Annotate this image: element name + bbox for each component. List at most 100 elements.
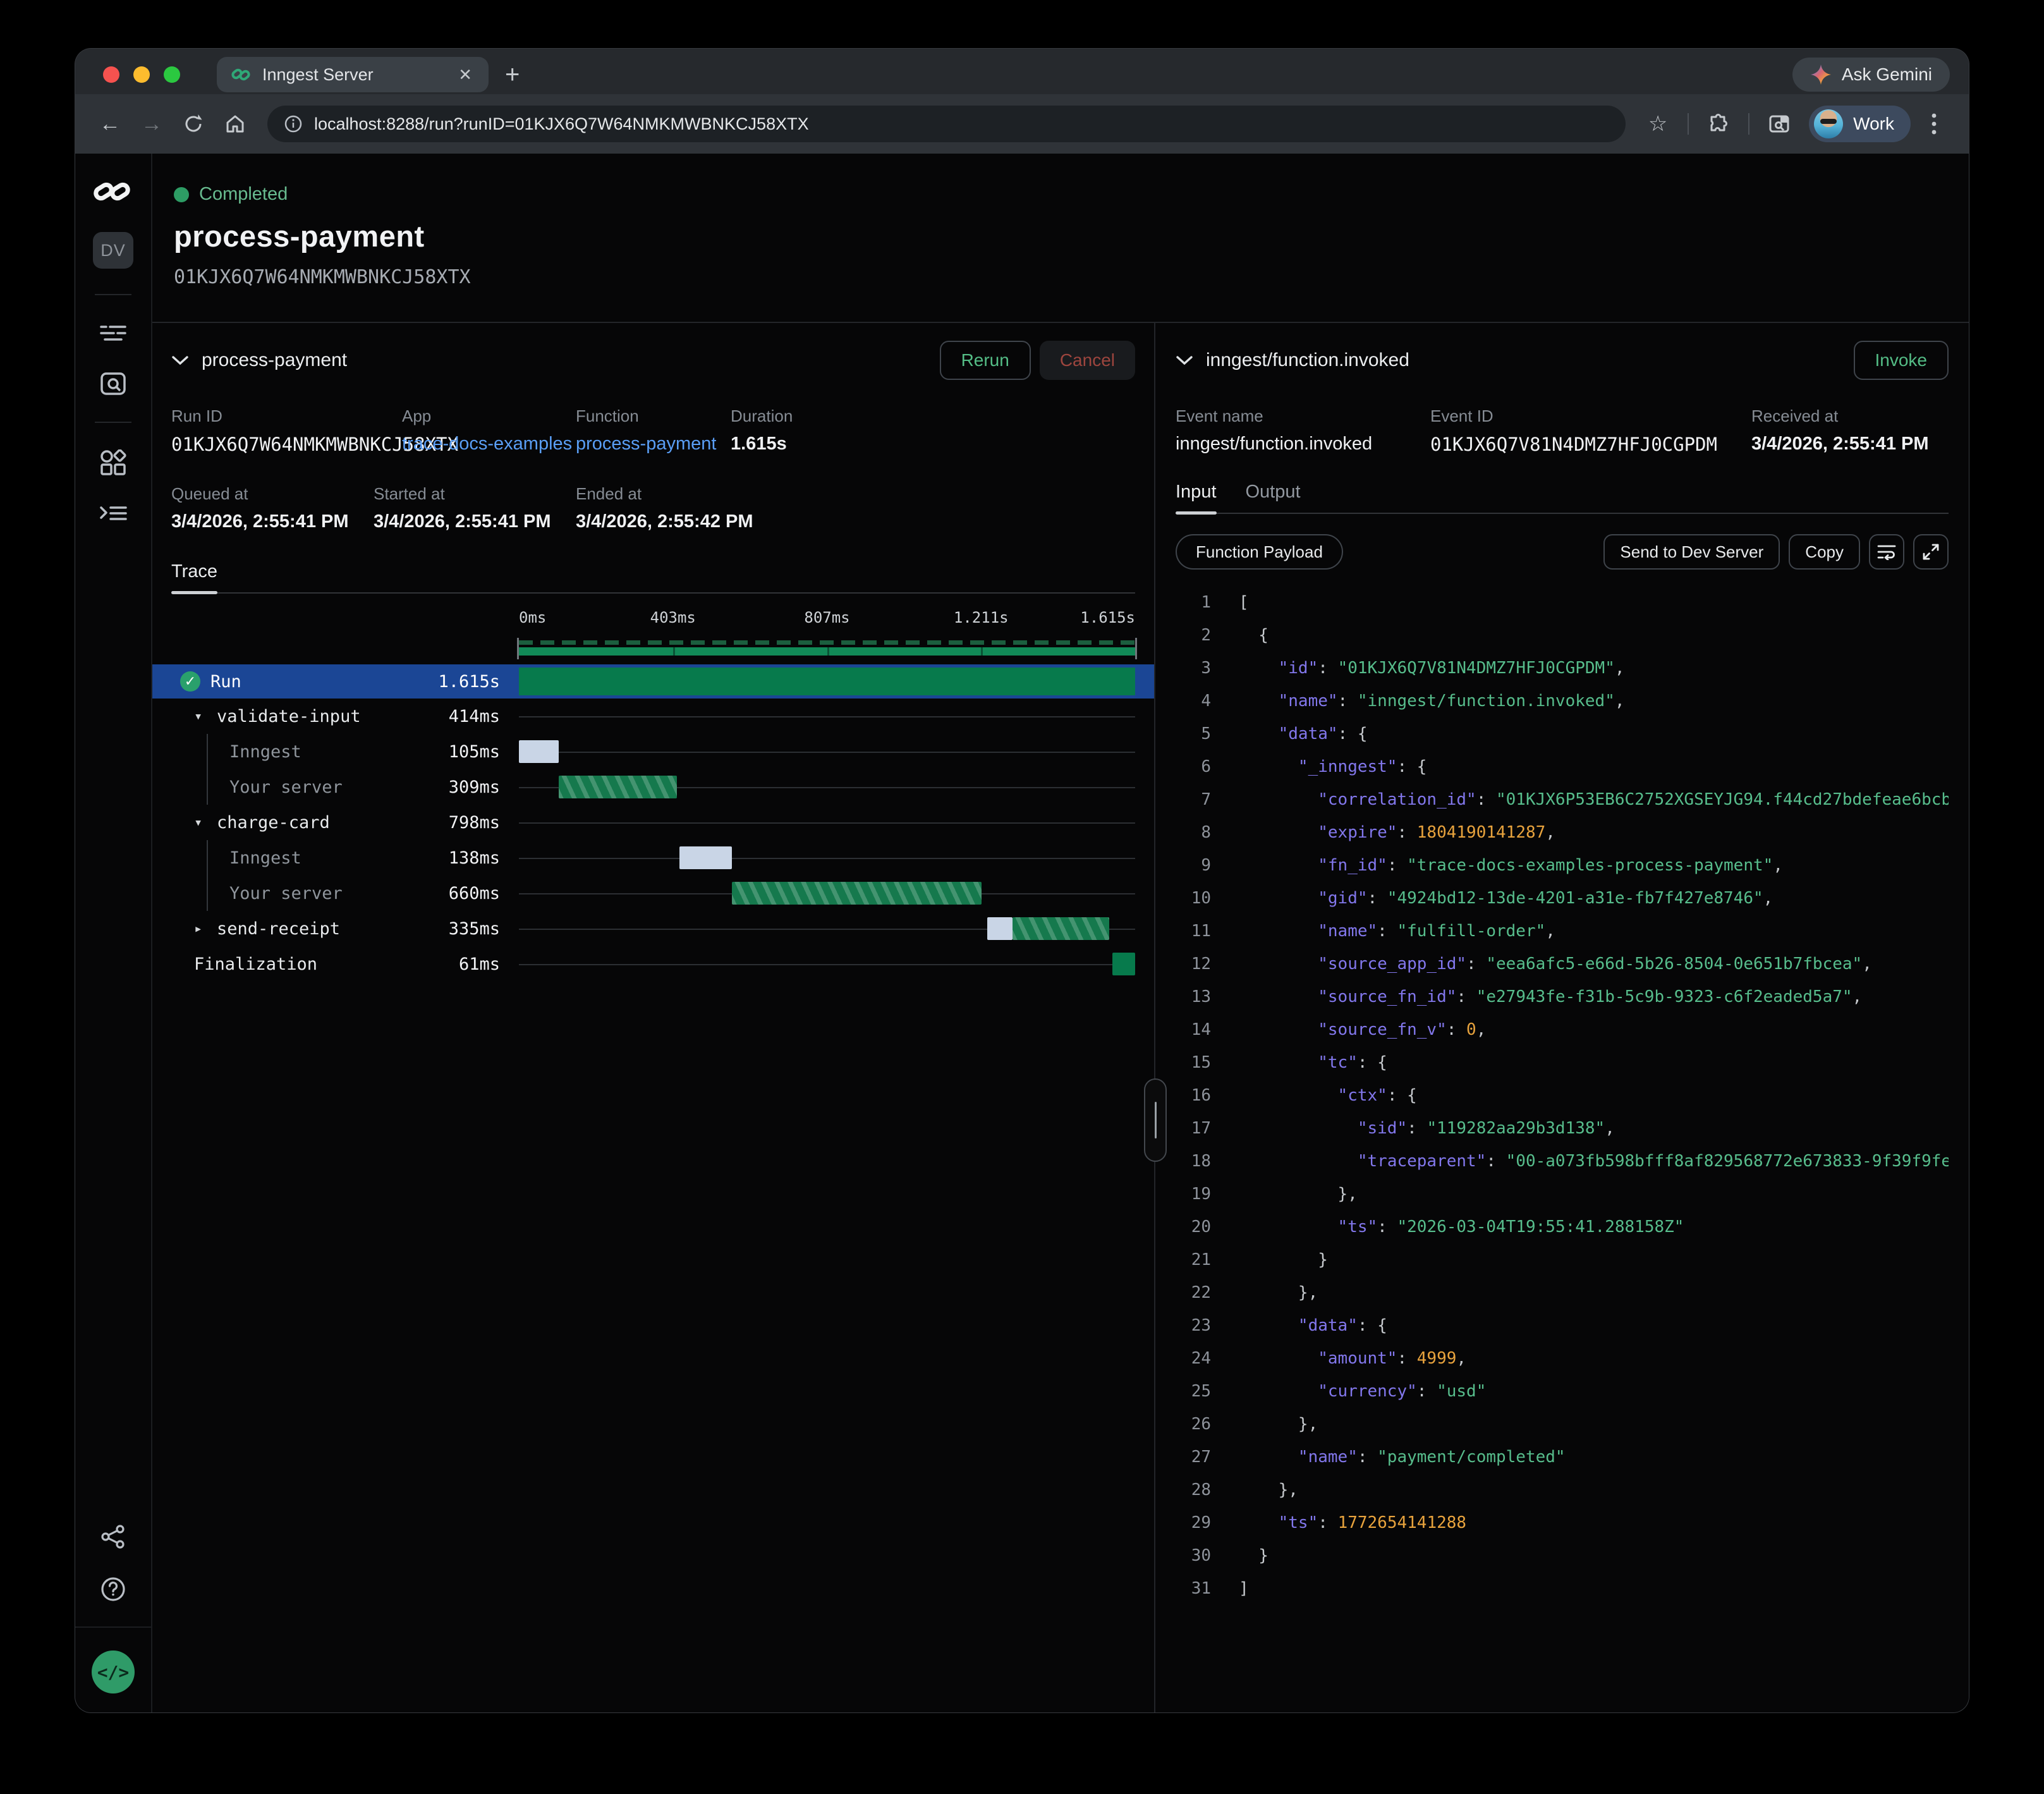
toolbar-divider	[1688, 113, 1689, 135]
trace-row-label: Inngest138ms	[171, 840, 519, 876]
line-number: 3	[1176, 659, 1211, 678]
trace-waterfall: 0ms 403ms 807ms 1.211s 1.615s	[171, 600, 1135, 982]
tab-trace[interactable]: Trace	[171, 561, 217, 592]
word-wrap-button[interactable]	[1869, 534, 1904, 570]
line-number: 9	[1176, 856, 1211, 875]
code-line: 18 "traceparent": "00-a073fb598bfff8af82…	[1176, 1145, 1949, 1178]
chevron-down-icon[interactable]	[171, 355, 189, 366]
trace-row-duration: 309ms	[449, 778, 519, 797]
browser-profile-chip[interactable]: Work	[1809, 106, 1911, 142]
trace-minimap[interactable]	[171, 637, 1135, 664]
collapse-triangle-icon[interactable]: ▾	[194, 709, 217, 724]
line-number: 29	[1176, 1513, 1211, 1532]
workspace-badge[interactable]: DV	[93, 232, 133, 269]
sidebar-footer: </>	[75, 1626, 151, 1712]
extensions-icon[interactable]	[1700, 106, 1737, 142]
code-line: 29 "ts": 1772654141288	[1176, 1506, 1949, 1539]
browser-menu-icon[interactable]	[1916, 106, 1952, 142]
trace-row-timeline	[519, 805, 1135, 840]
trace-row[interactable]: ✓Run1.615s	[152, 664, 1154, 699]
status-badge: Completed	[199, 184, 288, 205]
tab-input[interactable]: Input	[1176, 482, 1217, 513]
copy-button[interactable]: Copy	[1789, 534, 1860, 570]
sidebar-item-apps[interactable]	[100, 449, 126, 476]
app-link[interactable]: trace-docs-examples	[402, 434, 576, 455]
minimize-window-button[interactable]	[133, 66, 150, 83]
tab-close-icon[interactable]: ✕	[456, 65, 475, 85]
code-line: 1[	[1176, 586, 1949, 619]
function-link[interactable]: process-payment	[576, 434, 731, 455]
trace-row[interactable]: ▾charge-card798ms	[171, 805, 1135, 840]
chevron-down-icon[interactable]	[1176, 355, 1193, 366]
inngest-logo-icon	[93, 179, 133, 204]
code-line: 7 "correlation_id": "01KJX6P53EB6C2752XG…	[1176, 783, 1949, 816]
run-id: 01KJX6Q7W64NMKMWBNKCJ58XTX	[174, 266, 1969, 288]
reload-icon[interactable]	[175, 106, 212, 142]
line-number: 30	[1176, 1546, 1211, 1565]
line-number: 12	[1176, 955, 1211, 973]
sidebar-item-runs[interactable]	[100, 322, 126, 345]
avatar	[1814, 109, 1843, 138]
sidebar-item-dev-server[interactable]	[99, 503, 127, 524]
trace-row-label: Your server309ms	[171, 769, 519, 805]
back-icon[interactable]: ←	[92, 106, 128, 142]
zoom-window-button[interactable]	[164, 66, 180, 83]
trace-row[interactable]: ▾validate-input414ms	[171, 699, 1135, 734]
code-line: 30 }	[1176, 1539, 1949, 1572]
new-tab-button[interactable]: +	[505, 61, 520, 89]
code-line: 6 "_inngest": {	[1176, 750, 1949, 783]
code-line: 24 "amount": 4999,	[1176, 1342, 1949, 1375]
home-icon[interactable]	[217, 106, 253, 142]
line-number: 31	[1176, 1579, 1211, 1598]
code-line: 15 "tc": {	[1176, 1046, 1949, 1079]
code-line: 12 "source_app_id": "eea6afc5-e66d-5b26-…	[1176, 948, 1949, 980]
url-text: localhost:8288/run?runID=01KJX6Q7W64NMKM…	[314, 114, 809, 134]
code-line: 8 "expire": 1804190141287,	[1176, 816, 1949, 849]
meta-started-at: Started at 3/4/2026, 2:55:41 PM	[374, 484, 576, 532]
panel-resize-handle[interactable]	[1144, 1078, 1167, 1162]
trace-row[interactable]: Inngest105ms	[171, 734, 1135, 769]
send-to-dev-server-button[interactable]: Send to Dev Server	[1603, 534, 1780, 570]
payload-code-editor[interactable]: 1[2 {3 "id": "01KJX6Q7V81N4DMZ7HFJ0CGPDM…	[1176, 586, 1949, 1712]
rerun-button[interactable]: Rerun	[940, 341, 1031, 380]
expand-icon	[1922, 543, 1940, 561]
code-line: 17 "sid": "119282aa29b3d138",	[1176, 1112, 1949, 1145]
share-icon[interactable]	[100, 1524, 126, 1549]
line-number: 21	[1176, 1250, 1211, 1269]
trace-row[interactable]: Finalization61ms	[171, 946, 1135, 982]
code-line: 26 },	[1176, 1408, 1949, 1441]
browser-tab[interactable]: Inngest Server ✕	[217, 57, 489, 92]
expand-triangle-icon[interactable]: ▸	[194, 921, 217, 937]
invoke-button[interactable]: Invoke	[1854, 341, 1949, 380]
trace-row[interactable]: ▸send-receipt335ms	[171, 911, 1135, 946]
forward-icon[interactable]: →	[133, 106, 170, 142]
trace-row[interactable]: Your server660ms	[171, 876, 1135, 911]
trace-row[interactable]: Inngest138ms	[171, 840, 1135, 876]
trace-bar-exec	[559, 776, 676, 798]
line-number: 11	[1176, 922, 1211, 941]
trace-row[interactable]: Your server309ms	[171, 769, 1135, 805]
help-icon[interactable]	[100, 1576, 126, 1602]
line-number: 10	[1176, 889, 1211, 908]
tab-output[interactable]: Output	[1246, 482, 1301, 513]
code-line: 14 "source_fn_v": 0,	[1176, 1013, 1949, 1046]
line-number: 5	[1176, 724, 1211, 743]
code-line: 13 "source_fn_id": "e27943fe-f31b-5c9b-9…	[1176, 980, 1949, 1013]
expand-button[interactable]	[1913, 534, 1949, 570]
side-panel-search-icon[interactable]	[1761, 106, 1798, 142]
line-number: 8	[1176, 823, 1211, 842]
url-bar[interactable]: localhost:8288/run?runID=01KJX6Q7W64NMKM…	[267, 106, 1626, 142]
collapse-triangle-icon[interactable]: ▾	[194, 815, 217, 831]
ask-gemini-button[interactable]: Ask Gemini	[1792, 58, 1950, 92]
dev-tools-button[interactable]: </>	[92, 1651, 135, 1693]
trace-row-duration: 414ms	[449, 707, 519, 726]
trace-row-label: ▾charge-card798ms	[171, 805, 519, 840]
line-number: 22	[1176, 1283, 1211, 1302]
sidebar-item-events[interactable]	[100, 371, 126, 396]
trace-row-label: Finalization61ms	[171, 946, 519, 982]
close-window-button[interactable]	[103, 66, 119, 83]
site-info-icon[interactable]	[284, 114, 303, 133]
function-payload-pill[interactable]: Function Payload	[1176, 534, 1343, 570]
bookmark-star-icon[interactable]: ☆	[1639, 106, 1676, 142]
trace-row-label: Your server660ms	[171, 876, 519, 911]
